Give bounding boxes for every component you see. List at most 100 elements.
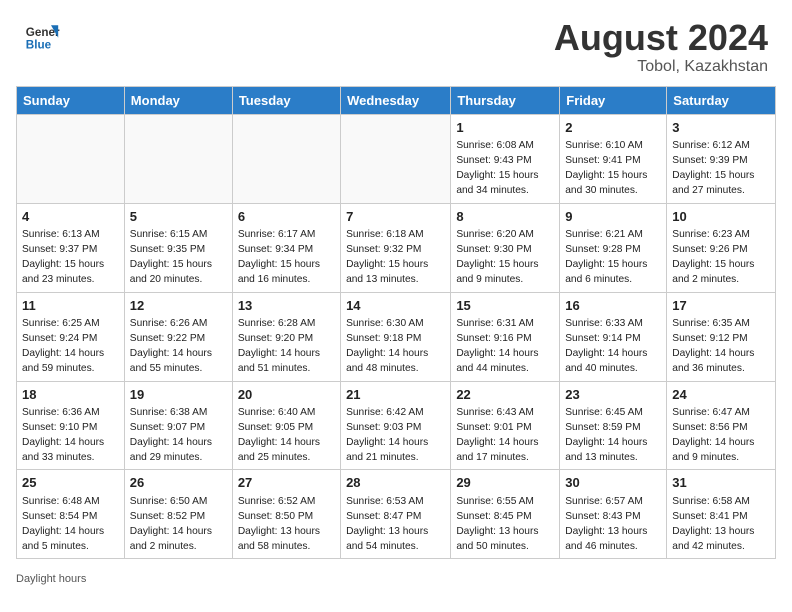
location-subtitle: Tobol, Kazakhstan — [554, 58, 768, 76]
day-number: 10 — [672, 208, 770, 227]
calendar-week-row: 25Sunrise: 6:48 AMSunset: 8:54 PMDayligh… — [17, 470, 776, 559]
calendar: SundayMondayTuesdayWednesdayThursdayFrid… — [0, 86, 792, 570]
day-info: Sunrise: 6:57 AMSunset: 8:43 PMDaylight:… — [565, 495, 661, 554]
day-number: 21 — [346, 386, 445, 405]
day-number: 13 — [238, 297, 335, 316]
weekday-header: Sunday — [17, 86, 125, 114]
weekday-header: Thursday — [451, 86, 560, 114]
calendar-week-row: 4Sunrise: 6:13 AMSunset: 9:37 PMDaylight… — [17, 203, 776, 292]
day-number: 2 — [565, 119, 661, 138]
calendar-cell: 14Sunrise: 6:30 AMSunset: 9:18 PMDayligh… — [341, 292, 451, 381]
day-number: 9 — [565, 208, 661, 227]
day-info: Sunrise: 6:53 AMSunset: 8:47 PMDaylight:… — [346, 495, 445, 554]
day-number: 14 — [346, 297, 445, 316]
calendar-cell: 9Sunrise: 6:21 AMSunset: 9:28 PMDaylight… — [560, 203, 667, 292]
calendar-cell: 29 Sunrise: 6:55 AMSunset: 8:45 PMDayligh… — [451, 470, 560, 559]
day-info: Sunrise: 6:18 AMSunset: 9:32 PMDaylight:… — [346, 228, 445, 287]
calendar-cell: 27 Sunrise: 6:52 AMSunset: 8:50 PMDayligh… — [232, 470, 340, 559]
day-info: Sunrise: 6:15 AMSunset: 9:35 PMDaylight:… — [130, 228, 227, 287]
calendar-cell: 6Sunrise: 6:17 AMSunset: 9:34 PMDaylight… — [232, 203, 340, 292]
calendar-cell: 19Sunrise: 6:38 AMSunset: 9:07 PMDayligh… — [124, 381, 232, 470]
day-info: Sunrise: 6:08 AMSunset: 9:43 PMDaylight:… — [456, 139, 554, 198]
calendar-cell: 12Sunrise: 6:26 AMSunset: 9:22 PMDayligh… — [124, 292, 232, 381]
day-info: Sunrise: 6:35 AMSunset: 9:12 PMDaylight:… — [672, 317, 770, 376]
day-number: 1 — [456, 119, 554, 138]
calendar-cell: 17Sunrise: 6:35 AMSunset: 9:12 PMDayligh… — [667, 292, 776, 381]
calendar-cell: 25Sunrise: 6:48 AMSunset: 8:54 PMDayligh… — [17, 470, 125, 559]
day-info: Sunrise: 6:28 AMSunset: 9:20 PMDaylight:… — [238, 317, 335, 376]
day-number: 29 — [456, 474, 554, 493]
day-number: 20 — [238, 386, 335, 405]
day-number: 26 — [130, 474, 227, 493]
weekday-header: Friday — [560, 86, 667, 114]
calendar-cell: 18Sunrise: 6:36 AMSunset: 9:10 PMDayligh… — [17, 381, 125, 470]
calendar-cell: 24Sunrise: 6:47 AMSunset: 8:56 PMDayligh… — [667, 381, 776, 470]
calendar-cell: 8Sunrise: 6:20 AMSunset: 9:30 PMDaylight… — [451, 203, 560, 292]
calendar-week-row: 1Sunrise: 6:08 AMSunset: 9:43 PMDaylight… — [17, 114, 776, 203]
day-info: Sunrise: 6:20 AMSunset: 9:30 PMDaylight:… — [456, 228, 554, 287]
day-info: Sunrise: 6:13 AMSunset: 9:37 PMDaylight:… — [22, 228, 119, 287]
day-number: 6 — [238, 208, 335, 227]
day-number: 22 — [456, 386, 554, 405]
day-number: 12 — [130, 297, 227, 316]
day-info: Sunrise: 6:52 AMSunset: 8:50 PMDaylight:… — [238, 495, 335, 554]
day-info: Sunrise: 6:38 AMSunset: 9:07 PMDaylight:… — [130, 406, 227, 465]
day-number: 28 — [346, 474, 445, 493]
logo: General Blue — [24, 18, 60, 54]
day-info: Sunrise: 6:33 AMSunset: 9:14 PMDaylight:… — [565, 317, 661, 376]
day-info: Sunrise: 6:17 AMSunset: 9:34 PMDaylight:… — [238, 228, 335, 287]
day-info: Sunrise: 6:12 AMSunset: 9:39 PMDaylight:… — [672, 139, 770, 198]
calendar-cell — [341, 114, 451, 203]
day-number: 15 — [456, 297, 554, 316]
day-number: 7 — [346, 208, 445, 227]
calendar-cell — [124, 114, 232, 203]
day-number: 3 — [672, 119, 770, 138]
day-number: 27 — [238, 474, 335, 493]
svg-text:Blue: Blue — [26, 39, 52, 52]
calendar-cell: 23Sunrise: 6:45 AMSunset: 8:59 PMDayligh… — [560, 381, 667, 470]
footer-note: Daylight hours — [0, 569, 792, 593]
month-year-title: August 2024 — [554, 18, 768, 58]
calendar-cell: 28 Sunrise: 6:53 AMSunset: 8:47 PMDayligh… — [341, 470, 451, 559]
day-info: Sunrise: 6:31 AMSunset: 9:16 PMDaylight:… — [456, 317, 554, 376]
logo-icon: General Blue — [24, 18, 60, 54]
calendar-table: SundayMondayTuesdayWednesdayThursdayFrid… — [16, 86, 776, 560]
day-number: 31 — [672, 474, 770, 493]
daylight-note: Daylight hours — [16, 573, 86, 585]
day-number: 11 — [22, 297, 119, 316]
day-info: Sunrise: 6:43 AMSunset: 9:01 PMDaylight:… — [456, 406, 554, 465]
calendar-week-row: 11Sunrise: 6:25 AMSunset: 9:24 PMDayligh… — [17, 292, 776, 381]
day-number: 30 — [565, 474, 661, 493]
calendar-cell: 10Sunrise: 6:23 AMSunset: 9:26 PMDayligh… — [667, 203, 776, 292]
calendar-cell: 22Sunrise: 6:43 AMSunset: 9:01 PMDayligh… — [451, 381, 560, 470]
day-number: 23 — [565, 386, 661, 405]
day-info: Sunrise: 6:58 AMSunset: 8:41 PMDaylight:… — [672, 495, 770, 554]
calendar-cell — [17, 114, 125, 203]
calendar-cell: 1Sunrise: 6:08 AMSunset: 9:43 PMDaylight… — [451, 114, 560, 203]
calendar-cell — [232, 114, 340, 203]
day-number: 17 — [672, 297, 770, 316]
day-info: Sunrise: 6:40 AMSunset: 9:05 PMDaylight:… — [238, 406, 335, 465]
calendar-cell: 20Sunrise: 6:40 AMSunset: 9:05 PMDayligh… — [232, 381, 340, 470]
day-number: 18 — [22, 386, 119, 405]
calendar-cell: 31 Sunrise: 6:58 AMSunset: 8:41 PMDayligh… — [667, 470, 776, 559]
day-info: Sunrise: 6:42 AMSunset: 9:03 PMDaylight:… — [346, 406, 445, 465]
day-info: Sunrise: 6:10 AMSunset: 9:41 PMDaylight:… — [565, 139, 661, 198]
day-info: Sunrise: 6:26 AMSunset: 9:22 PMDaylight:… — [130, 317, 227, 376]
calendar-cell: 7Sunrise: 6:18 AMSunset: 9:32 PMDaylight… — [341, 203, 451, 292]
day-info: Sunrise: 6:23 AMSunset: 9:26 PMDaylight:… — [672, 228, 770, 287]
weekday-header: Tuesday — [232, 86, 340, 114]
calendar-cell: 16Sunrise: 6:33 AMSunset: 9:14 PMDayligh… — [560, 292, 667, 381]
calendar-cell: 3Sunrise: 6:12 AMSunset: 9:39 PMDaylight… — [667, 114, 776, 203]
calendar-cell: 2Sunrise: 6:10 AMSunset: 9:41 PMDaylight… — [560, 114, 667, 203]
calendar-cell: 11Sunrise: 6:25 AMSunset: 9:24 PMDayligh… — [17, 292, 125, 381]
day-number: 4 — [22, 208, 119, 227]
day-info: Sunrise: 6:48 AMSunset: 8:54 PMDaylight:… — [22, 495, 119, 554]
calendar-cell: 5Sunrise: 6:15 AMSunset: 9:35 PMDaylight… — [124, 203, 232, 292]
weekday-header: Monday — [124, 86, 232, 114]
day-number: 19 — [130, 386, 227, 405]
day-number: 8 — [456, 208, 554, 227]
calendar-cell: 30 Sunrise: 6:57 AMSunset: 8:43 PMDayligh… — [560, 470, 667, 559]
title-area: August 2024 Tobol, Kazakhstan — [554, 18, 768, 76]
day-info: Sunrise: 6:55 AMSunset: 8:45 PMDaylight:… — [456, 495, 554, 554]
